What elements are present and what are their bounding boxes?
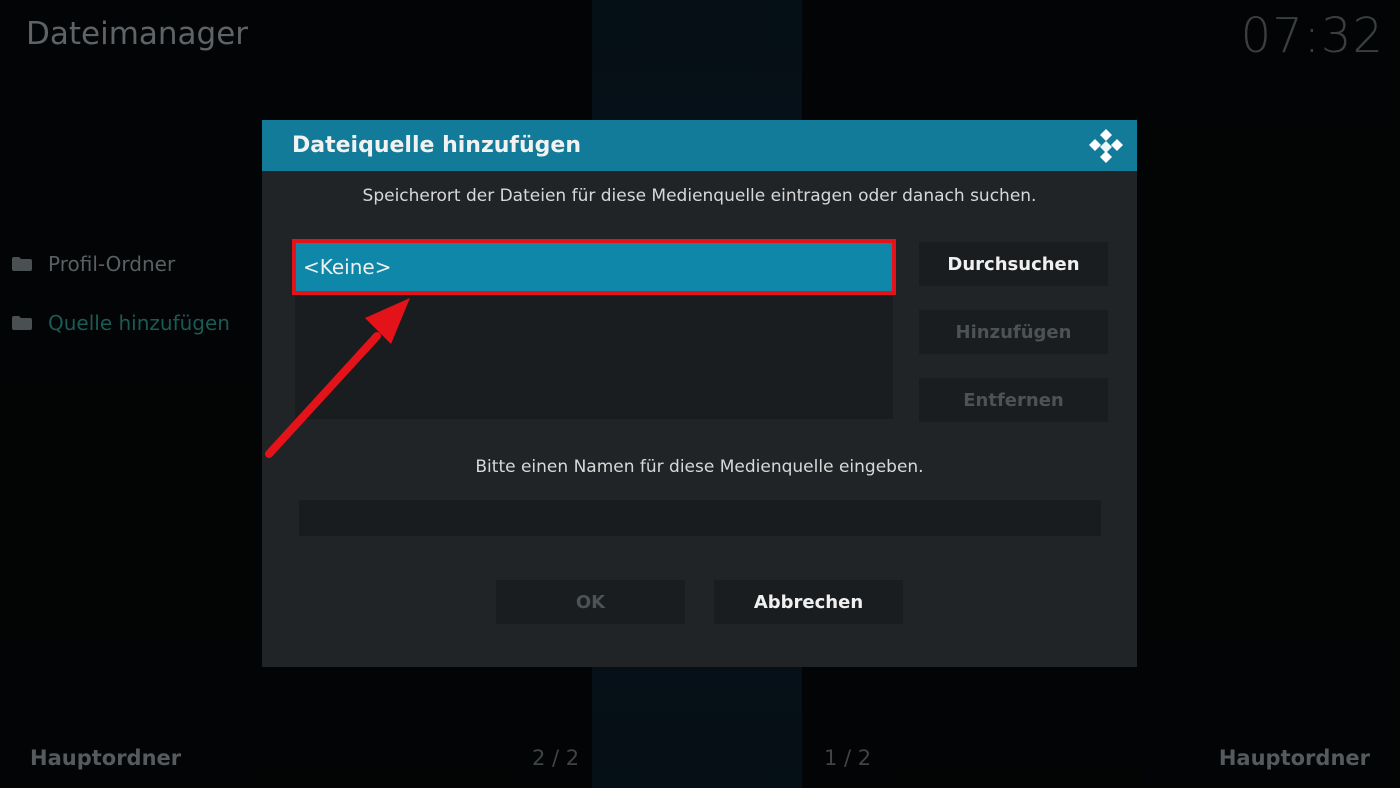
- footer-left-page: 2 / 2: [532, 746, 580, 770]
- sidebar-item-label: Quelle hinzufügen: [48, 311, 230, 335]
- dialog-header: Dateiquelle hinzufügen: [262, 120, 1137, 171]
- cancel-button[interactable]: Abbrechen: [714, 580, 903, 624]
- sidebar-item-label: Profil-Ordner: [48, 252, 176, 276]
- ok-button[interactable]: OK: [496, 580, 685, 624]
- source-name-input[interactable]: [299, 500, 1101, 536]
- browse-button[interactable]: Durchsuchen: [919, 242, 1108, 286]
- name-field-label: Bitte einen Namen für diese Medienquelle…: [475, 457, 924, 477]
- add-button[interactable]: Hinzufügen: [919, 310, 1108, 354]
- folder-icon: [12, 316, 32, 330]
- kodi-logo-icon: [1089, 129, 1123, 163]
- footer-right-label: Hauptordner: [1218, 746, 1370, 770]
- dialog-title: Dateiquelle hinzufügen: [292, 133, 581, 158]
- sidebar: Profil-Ordner Quelle hinzufügen: [12, 246, 230, 364]
- clock: 07:32: [1240, 8, 1384, 64]
- add-source-dialog: Dateiquelle hinzufügen Speicherort der D…: [262, 120, 1137, 667]
- folder-icon: [12, 257, 32, 271]
- footer-left-label: Hauptordner: [30, 746, 182, 770]
- source-path-item[interactable]: <Keine>: [292, 239, 896, 295]
- footer-right-page: 1 / 2: [824, 746, 872, 770]
- sidebar-item-profil-ordner[interactable]: Profil-Ordner: [12, 246, 230, 282]
- app-title: Dateimanager: [26, 16, 249, 52]
- source-path-list: <Keine>: [292, 239, 896, 419]
- sidebar-item-quelle-hinzufuegen[interactable]: Quelle hinzufügen: [12, 305, 230, 341]
- dialog-subtitle: Speicherort der Dateien für diese Medien…: [362, 186, 1037, 206]
- remove-button[interactable]: Entfernen: [919, 378, 1108, 422]
